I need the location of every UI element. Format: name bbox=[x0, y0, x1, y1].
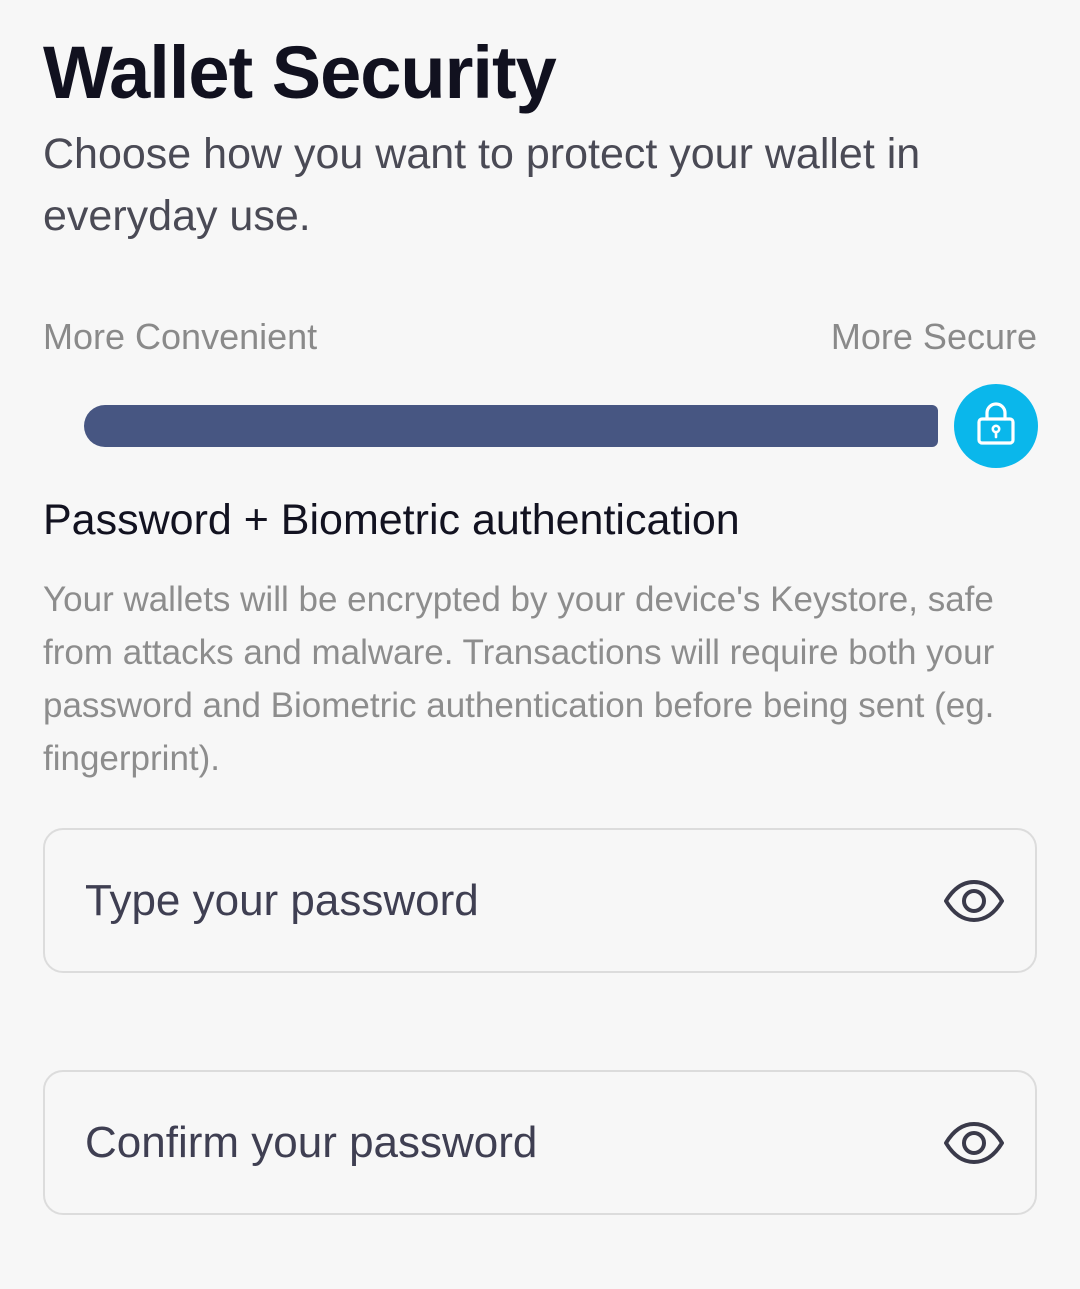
security-level-slider[interactable] bbox=[84, 384, 1038, 468]
confirm-password-input[interactable] bbox=[85, 1072, 925, 1213]
password-input[interactable] bbox=[85, 830, 925, 971]
security-option-description: Your wallets will be encrypted by your d… bbox=[43, 580, 995, 778]
lock-icon bbox=[976, 401, 1016, 451]
slider-thumb[interactable] bbox=[954, 384, 1038, 468]
eye-icon[interactable] bbox=[943, 1114, 1005, 1172]
scale-label-secure: More Secure bbox=[830, 316, 1037, 357]
password-field[interactable] bbox=[43, 828, 1037, 973]
security-option-title: Password + Biometric authentication bbox=[43, 496, 740, 544]
slider-track[interactable] bbox=[84, 405, 938, 447]
scale-label-convenient: More Convenient bbox=[43, 316, 318, 357]
page-title: Wallet Security bbox=[43, 31, 557, 114]
page-subtitle: Choose how you want to protect your wall… bbox=[43, 130, 921, 240]
eye-icon[interactable] bbox=[943, 872, 1005, 930]
confirm-password-field[interactable] bbox=[43, 1070, 1037, 1215]
